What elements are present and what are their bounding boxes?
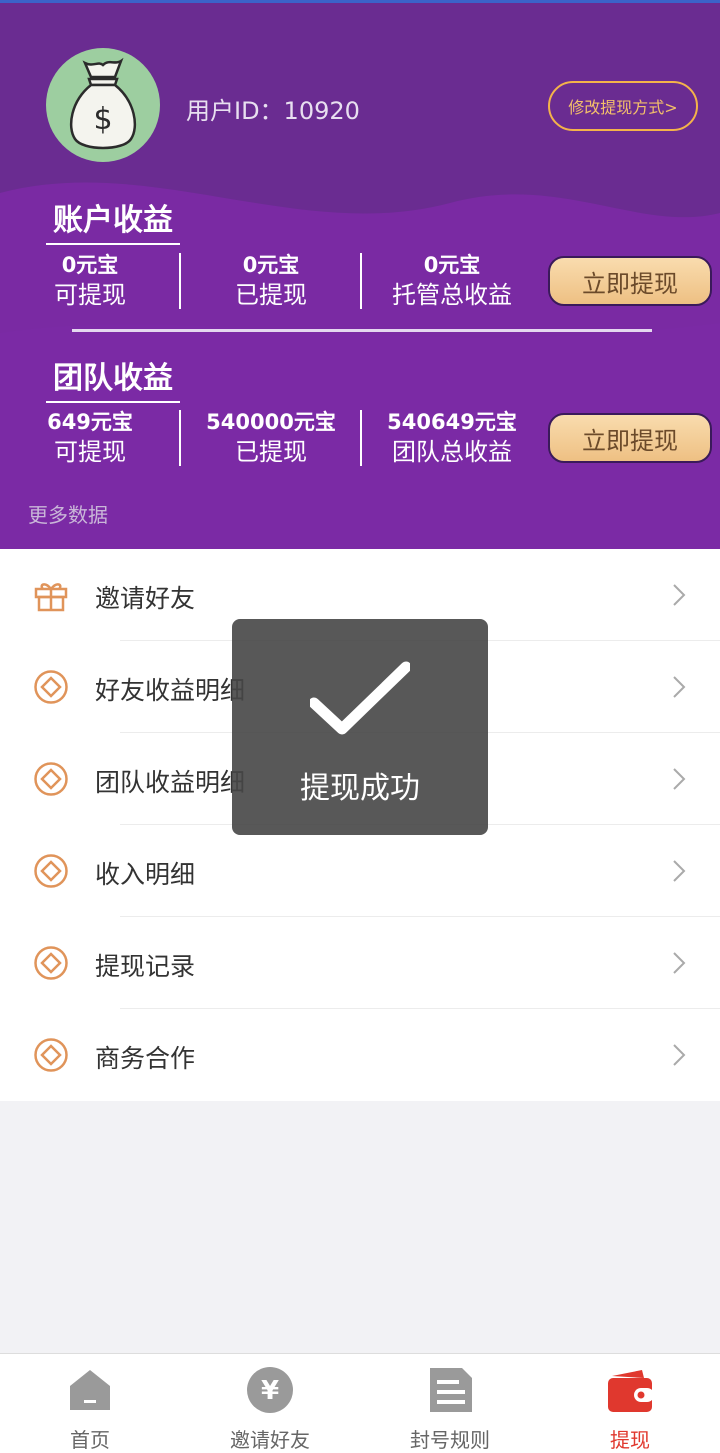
stat-value: 0元宝 [242, 253, 300, 277]
diamond-coin-icon [34, 670, 68, 704]
tab-label: 提现 [610, 1428, 650, 1452]
diamond-coin-icon [34, 762, 68, 796]
menu-item-income-details[interactable]: 收入明细 [0, 825, 720, 917]
account-withdraw-button[interactable]: 立即提现 [548, 256, 712, 306]
menu-item-label: 提现记录 [95, 952, 196, 981]
chevron-right-icon [673, 860, 686, 882]
team-withdraw-button[interactable]: 立即提现 [548, 413, 712, 463]
account-stat-withdrawn: 0元宝 已提现 [181, 251, 361, 311]
account-stat-withdrawable: 0元宝 可提现 [0, 251, 180, 311]
money-bag-icon: $ [69, 57, 137, 150]
tab-label: 邀请好友 [230, 1428, 310, 1452]
stat-value: 540000元宝 [206, 410, 336, 434]
menu-item-business-cooperation[interactable]: 商务合作 [0, 1009, 720, 1101]
stat-label: 团队总收益 [392, 438, 512, 466]
tab-home[interactable]: 首页 [0, 1354, 180, 1453]
wallet-icon [608, 1370, 654, 1412]
team-earnings-title: 团队收益 [46, 353, 180, 403]
account-stat-total: 0元宝 托管总收益 [362, 251, 542, 311]
menu-item-label: 团队收益明细 [95, 768, 246, 797]
account-earnings-title: 账户收益 [46, 195, 180, 245]
success-toast: 提现成功 [232, 619, 488, 835]
gift-icon [34, 583, 68, 612]
more-data-link[interactable]: 更多数据 [28, 499, 108, 528]
tab-ban-rules[interactable]: 封号规则 [360, 1354, 540, 1453]
bottom-tab-bar: 首页 ¥ 邀请好友 封号规则 提现 [0, 1353, 720, 1453]
chevron-right-icon [673, 584, 686, 606]
team-stat-withdrawn: 540000元宝 已提现 [181, 408, 361, 468]
diamond-coin-icon [34, 946, 68, 980]
team-stat-withdrawable: 649元宝 可提现 [0, 408, 180, 468]
menu-item-withdraw-records[interactable]: 提现记录 [0, 917, 720, 1009]
menu-item-label: 邀请好友 [95, 584, 196, 613]
menu-item-label: 收入明细 [95, 860, 196, 889]
stat-label: 托管总收益 [392, 281, 512, 309]
chevron-right-icon [673, 768, 686, 790]
document-icon [430, 1368, 472, 1412]
stat-value: 0元宝 [423, 253, 481, 277]
tab-invite-friends[interactable]: ¥ 邀请好友 [180, 1354, 360, 1453]
section-divider [72, 329, 652, 332]
stat-label: 可提现 [54, 281, 126, 309]
tab-withdraw[interactable]: 提现 [540, 1354, 720, 1453]
team-stat-total: 540649元宝 团队总收益 [362, 408, 542, 468]
chevron-right-icon [673, 676, 686, 698]
stat-label: 已提现 [235, 281, 307, 309]
tab-label: 首页 [70, 1428, 110, 1452]
toast-message: 提现成功 [300, 771, 420, 806]
yen-coin-icon: ¥ [247, 1367, 293, 1413]
home-icon [70, 1370, 110, 1410]
modify-withdraw-method-button[interactable]: 修改提现方式> [548, 81, 698, 131]
diamond-coin-icon [34, 854, 68, 888]
tab-label: 封号规则 [410, 1428, 490, 1452]
menu-item-label: 商务合作 [95, 1044, 196, 1073]
chevron-right-icon [673, 1044, 686, 1066]
stat-label: 已提现 [235, 438, 307, 466]
earnings-header: $ 用户ID：10920 修改提现方式> 账户收益 0元宝 可提现 0元宝 已提… [0, 3, 720, 549]
checkmark-icon [310, 661, 410, 735]
menu-item-label: 好友收益明细 [95, 676, 246, 705]
avatar: $ [46, 48, 160, 162]
stat-value: 649元宝 [47, 410, 133, 434]
user-id-label: 用户ID：10920 [186, 97, 360, 125]
svg-text:$: $ [93, 102, 112, 137]
chevron-right-icon [673, 952, 686, 974]
diamond-coin-icon [34, 1038, 68, 1072]
stat-value: 0元宝 [61, 253, 119, 277]
stat-label: 可提现 [54, 438, 126, 466]
stat-value: 540649元宝 [387, 410, 517, 434]
svg-text:¥: ¥ [261, 1376, 279, 1406]
